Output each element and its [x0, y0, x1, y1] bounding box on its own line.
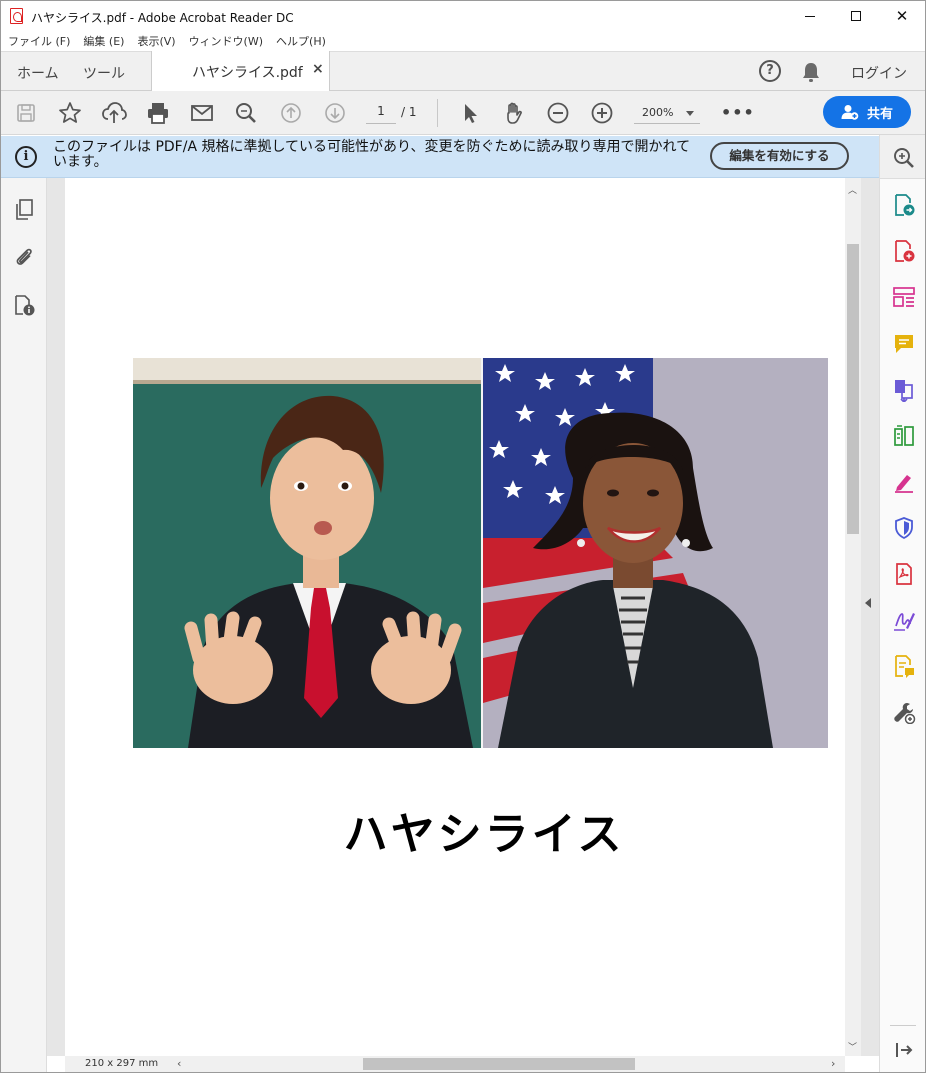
arrow-up-circle-icon [281, 103, 301, 123]
info-icon: i [15, 146, 37, 168]
menu-bar: ファイル (F) 編集 (E) 表示(V) ウィンドウ(W) ヘルプ(H) [1, 31, 925, 51]
edit-pdf-icon[interactable] [892, 285, 916, 309]
menu-edit[interactable]: 編集 (E) [83, 33, 124, 49]
toolbar-divider [437, 99, 438, 127]
main-toolbar: 1 / 1 200% ••• [1, 91, 925, 135]
vertical-scroll-thumb[interactable] [847, 244, 859, 534]
maximize-button[interactable] [833, 1, 879, 31]
scroll-left-arrow-icon[interactable]: ‹ [177, 1057, 181, 1070]
save-button[interactable] [13, 100, 39, 126]
star-icon [59, 102, 81, 123]
page-size-label: 210 x 297 mm [85, 1058, 159, 1069]
pdf-document-icon[interactable] [892, 562, 916, 586]
document-properties-icon[interactable] [12, 293, 36, 317]
tab-bar: ホーム ツール ハヤシライス.pdf × ? ログイン [1, 51, 925, 92]
cloud-upload-icon [102, 102, 127, 123]
vertical-scrollbar[interactable]: ︿ ﹀ [845, 178, 861, 1056]
collapse-right-panel-icon[interactable] [865, 598, 871, 608]
page-thumbnails-icon[interactable] [12, 198, 36, 222]
menu-view[interactable]: 表示(V) [137, 33, 175, 49]
login-link[interactable]: ログイン [851, 63, 907, 83]
maximize-icon [851, 11, 861, 21]
print-button[interactable] [145, 100, 171, 126]
right-panel-header [880, 135, 925, 179]
document-title: ハヤシライス [343, 809, 625, 860]
select-tool-button[interactable] [457, 100, 483, 126]
create-pdf-icon[interactable] [892, 239, 916, 263]
hand-icon [507, 102, 522, 124]
next-page-button[interactable] [322, 100, 348, 126]
title-bar: ハヤシライス.pdf - Adobe Acrobat Reader DC ✕ [1, 1, 925, 31]
help-icon[interactable]: ? [759, 60, 781, 82]
right-panel-divider [890, 1025, 916, 1026]
close-tab-button[interactable]: × [312, 61, 324, 77]
share-label: 共有 [866, 106, 893, 122]
tab-home[interactable]: ホーム [17, 63, 59, 83]
page-number-input[interactable]: 1 [366, 104, 396, 124]
acrobat-app-icon [10, 8, 23, 24]
save-icon [17, 104, 35, 122]
horizontal-scrollbar[interactable]: 210 x 297 mm ‹ › [65, 1056, 845, 1072]
export-pdf-icon[interactable] [892, 193, 916, 217]
cover-photo [133, 358, 828, 748]
arrow-down-circle-icon [325, 103, 345, 123]
sign-icon[interactable] [892, 608, 916, 632]
minimize-button[interactable] [787, 1, 833, 31]
send-for-comments-icon[interactable] [892, 654, 916, 678]
hand-tool-button[interactable] [501, 100, 527, 126]
zoom-in-button[interactable] [589, 100, 615, 126]
right-tools-panel [879, 135, 925, 1072]
cursor-arrow-icon [465, 104, 477, 123]
combine-files-icon[interactable] [892, 378, 916, 402]
zoom-out-button[interactable] [545, 100, 571, 126]
chevron-down-icon [686, 111, 694, 116]
upload-button[interactable] [101, 100, 127, 126]
close-icon: ✕ [895, 7, 909, 25]
menu-help[interactable]: ヘルプ(H) [276, 33, 326, 49]
printer-icon [148, 103, 168, 124]
page-total: / 1 [401, 105, 417, 119]
plus-circle-icon [591, 102, 613, 124]
minimize-icon [805, 15, 815, 17]
scroll-down-arrow-icon[interactable]: ﹀ [848, 1040, 857, 1053]
readonly-banner: i このファイルは PDF/A 規格に準拠している可能性があり、変更を防ぐために… [1, 136, 879, 178]
notification-bell-icon[interactable] [801, 61, 821, 83]
share-button[interactable]: 共有 [823, 96, 911, 128]
more-tools-wrench-icon[interactable] [892, 700, 916, 724]
menu-file[interactable]: ファイル (F) [8, 33, 70, 49]
find-button[interactable] [233, 100, 259, 126]
fill-sign-icon[interactable] [892, 470, 916, 494]
search-zoom-icon[interactable] [892, 146, 916, 170]
document-viewport[interactable]: ハヤシライス [47, 178, 879, 1056]
horizontal-scroll-thumb[interactable] [363, 1058, 635, 1070]
menu-window[interactable]: ウィンドウ(W) [189, 33, 263, 49]
more-tools-button[interactable]: ••• [721, 103, 755, 122]
tab-tools[interactable]: ツール [83, 63, 125, 83]
organize-pages-icon[interactable] [892, 424, 916, 448]
protect-shield-icon[interactable] [892, 516, 916, 540]
pdf-page: ハヤシライス [65, 178, 845, 1056]
bookmark-button[interactable] [57, 100, 83, 126]
minus-circle-icon [547, 102, 569, 124]
envelope-icon [191, 105, 213, 121]
tab-document[interactable]: ハヤシライス.pdf × [151, 51, 330, 92]
previous-page-button[interactable] [278, 100, 304, 126]
collapse-panel-arrow-icon[interactable] [892, 1038, 916, 1062]
zoom-level-value: 200% [642, 106, 674, 119]
acrobat-window: ハヤシライス.pdf - Adobe Acrobat Reader DC ✕ フ… [0, 0, 926, 1073]
email-button[interactable] [189, 100, 215, 126]
close-window-button[interactable]: ✕ [879, 1, 925, 31]
comment-icon[interactable] [892, 332, 916, 356]
scroll-right-arrow-icon[interactable]: › [831, 1057, 835, 1070]
document-tab-label: ハヤシライス.pdf [192, 65, 303, 81]
window-title: ハヤシライス.pdf - Adobe Acrobat Reader DC [31, 11, 294, 25]
enable-editing-button[interactable]: 編集を有効にする [710, 142, 849, 170]
banner-message: このファイルは PDF/A 規格に準拠している可能性があり、変更を防ぐために読み… [53, 139, 691, 170]
add-user-icon [841, 105, 859, 120]
zoom-level-select[interactable]: 200% [634, 104, 700, 124]
scroll-up-arrow-icon[interactable]: ︿ [848, 183, 857, 196]
search-icon [236, 103, 256, 123]
attachments-paperclip-icon[interactable] [12, 245, 36, 269]
left-navigation-panel [1, 178, 47, 1072]
